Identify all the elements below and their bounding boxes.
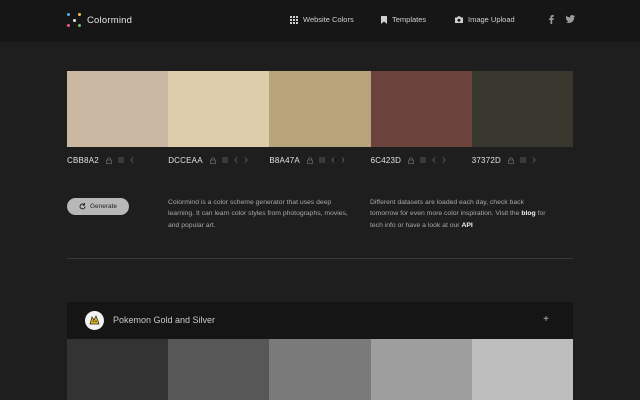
adjust-icon[interactable] — [318, 157, 325, 163]
section-divider — [67, 258, 573, 259]
lock-icon[interactable] — [408, 156, 415, 164]
hex-code-4[interactable]: 6C423D — [371, 156, 402, 165]
intro-description: Colormind is a color scheme generator th… — [168, 199, 348, 229]
template-swatches — [67, 339, 573, 400]
blog-link[interactable]: blog — [521, 210, 535, 217]
template-swatch-4[interactable] — [370, 339, 472, 400]
template-card-header[interactable]: Pokemon Gold and Silver + — [67, 302, 573, 339]
nav-website-colors[interactable]: Website Colors — [290, 15, 354, 24]
nav-templates[interactable]: Templates — [381, 15, 426, 24]
hex-code-3[interactable]: B8A47A — [269, 156, 300, 165]
color-swatch-5[interactable] — [471, 71, 573, 147]
top-nav: Colormind Website Colors Templates Image… — [0, 0, 640, 42]
grid-icon — [290, 15, 298, 24]
chevron-right-icon[interactable] — [244, 157, 248, 163]
logo[interactable]: Colormind — [67, 13, 132, 27]
api-link[interactable]: API — [461, 222, 472, 229]
color-swatch-4[interactable] — [370, 71, 472, 147]
template-swatch-3[interactable] — [269, 339, 371, 400]
nav-templates-label: Templates — [392, 15, 427, 24]
code-cell-5: 37372D — [472, 154, 573, 166]
color-swatch-3[interactable] — [269, 71, 371, 147]
chevron-left-icon[interactable] — [331, 157, 335, 163]
lock-icon[interactable] — [307, 156, 313, 164]
generate-label: Generate — [89, 203, 118, 210]
refresh-icon — [79, 203, 86, 210]
lock-icon[interactable] — [209, 156, 216, 164]
palette-codes: CBB8A2 DCCEAA B8A47A 6C423D 37372D — [67, 154, 573, 166]
adjust-icon[interactable] — [117, 157, 124, 163]
color-swatch-1[interactable] — [67, 71, 169, 147]
facebook-icon[interactable] — [549, 15, 554, 24]
nav-image-upload-label: Image Upload — [468, 15, 515, 24]
code-cell-3: B8A47A — [269, 154, 370, 166]
code-cell-4: 6C423D — [371, 154, 472, 166]
chevron-right-icon[interactable] — [341, 157, 345, 163]
generate-button[interactable]: Generate — [67, 198, 129, 215]
chevron-right-icon[interactable] — [442, 157, 446, 163]
adjust-icon[interactable] — [420, 157, 427, 163]
hex-code-5[interactable]: 37372D — [472, 156, 501, 165]
lock-icon[interactable] — [105, 156, 112, 164]
code-cell-2: DCCEAA — [168, 154, 269, 166]
hex-code-2[interactable]: DCCEAA — [168, 156, 203, 165]
adjust-icon[interactable] — [519, 157, 526, 163]
template-title: Pokemon Gold and Silver — [113, 315, 216, 325]
nav-image-upload[interactable]: Image Upload — [455, 15, 515, 24]
dataset-description: Different datasets are loaded each day, … — [370, 197, 550, 231]
template-swatch-1[interactable] — [67, 339, 169, 400]
color-swatch-2[interactable] — [168, 71, 270, 147]
code-cell-1: CBB8A2 — [67, 154, 168, 166]
colormind-logo-icon — [67, 13, 81, 27]
brand-name: Colormind — [87, 14, 133, 26]
expand-icon[interactable]: + — [543, 314, 549, 325]
nav-website-colors-label: Website Colors — [303, 15, 354, 24]
palette — [67, 71, 573, 147]
template-swatch-5[interactable] — [471, 339, 573, 400]
chevron-left-icon[interactable] — [130, 157, 134, 163]
bookmark-icon — [381, 15, 387, 24]
dataset-text-1: Different datasets are loaded each day, … — [370, 199, 524, 218]
adjust-icon[interactable] — [221, 157, 228, 163]
twitter-icon[interactable] — [566, 15, 575, 23]
lock-icon[interactable] — [508, 156, 514, 164]
template-card: Pokemon Gold and Silver + — [67, 302, 573, 400]
chevron-left-icon[interactable] — [234, 157, 238, 163]
template-swatch-2[interactable] — [168, 339, 270, 400]
pokemon-avatar-icon — [85, 311, 104, 330]
hex-code-1[interactable]: CBB8A2 — [67, 156, 99, 165]
camera-icon — [455, 16, 463, 23]
chevron-right-icon[interactable] — [532, 157, 536, 163]
chevron-left-icon[interactable] — [432, 157, 436, 163]
